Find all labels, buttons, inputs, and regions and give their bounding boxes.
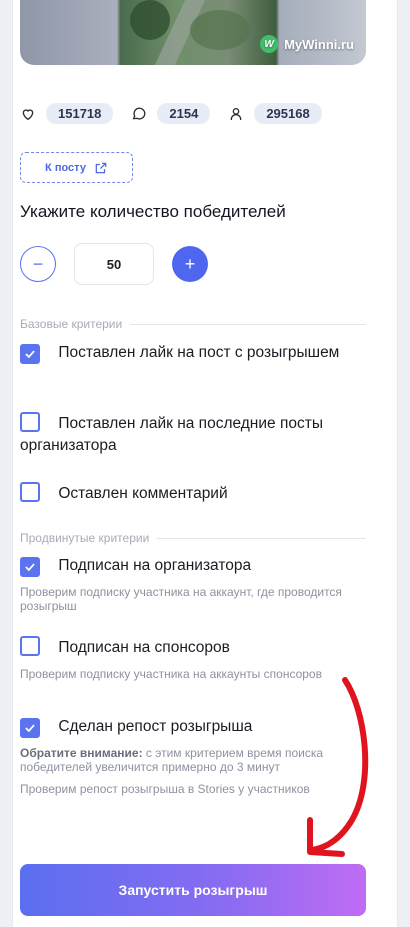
increment-button[interactable]: + bbox=[172, 246, 208, 282]
checkbox-checked[interactable] bbox=[20, 344, 40, 364]
criterion-note: Обратите внимание: с этим критерием врем… bbox=[20, 746, 366, 774]
criterion-subscribed-sponsors[interactable]: Подписан на спонсоров Проверим подписку … bbox=[20, 635, 366, 681]
basic-criteria-heading: Базовые критерии bbox=[20, 317, 366, 331]
likes-stat: 151718 bbox=[20, 103, 114, 124]
comments-count: 2154 bbox=[157, 103, 211, 124]
check-icon bbox=[25, 350, 35, 359]
divider bbox=[157, 537, 366, 539]
criterion-description: Проверим репост розыгрыша в Stories у уч… bbox=[20, 782, 310, 796]
winners-count-input[interactable]: 50 bbox=[74, 243, 154, 285]
comments-stat: 2154 bbox=[131, 103, 211, 124]
checkbox-checked[interactable] bbox=[20, 557, 40, 577]
post-image: W MyWinni.ru bbox=[20, 0, 366, 65]
decrement-button[interactable]: − bbox=[20, 246, 56, 282]
comment-icon bbox=[133, 107, 146, 120]
user-icon bbox=[230, 107, 242, 120]
criterion-description: Проверим подписку участника на аккаунты … bbox=[20, 667, 322, 681]
criterion-label: Подписан на спонсоров bbox=[58, 639, 230, 656]
criterion-label: Оставлен комментарий bbox=[58, 485, 228, 502]
followers-count: 295168 bbox=[254, 103, 322, 124]
to-post-label: К посту bbox=[45, 161, 86, 174]
criterion-label: Сделан репост розыгрыша bbox=[58, 718, 253, 735]
watermark: W MyWinni.ru bbox=[260, 35, 354, 53]
likes-count: 151718 bbox=[46, 103, 114, 124]
criterion-label: Поставлен лайк на последние посты органи… bbox=[20, 415, 323, 454]
criterion-label: Поставлен лайк на пост с розыгрышем bbox=[58, 344, 340, 361]
advanced-criteria-heading: Продвинутые критерии bbox=[20, 531, 366, 545]
criterion-subscribed-organizer[interactable]: Подписан на организатора Проверим подпис… bbox=[20, 555, 366, 613]
external-link-icon bbox=[95, 162, 107, 173]
watermark-text: MyWinni.ru bbox=[284, 36, 354, 52]
criterion-description: Проверим подписку участника на аккаунт, … bbox=[20, 585, 342, 613]
check-icon bbox=[25, 563, 35, 572]
winners-stepper: − 50 + bbox=[20, 243, 208, 285]
basic-criteria-heading-text: Базовые критерии bbox=[20, 317, 123, 331]
checkbox-unchecked[interactable] bbox=[20, 482, 40, 502]
heart-icon bbox=[22, 108, 34, 120]
criterion-repost[interactable]: Сделан репост розыгрыша Обратите внимани… bbox=[20, 716, 366, 796]
to-post-button[interactable]: К посту bbox=[20, 152, 133, 183]
post-stats: 151718 2154 295168 bbox=[20, 103, 340, 124]
criterion-like-last-posts[interactable]: Поставлен лайк на последние посты органи… bbox=[20, 411, 366, 457]
check-icon bbox=[25, 724, 35, 733]
checkbox-unchecked[interactable] bbox=[20, 636, 40, 656]
advanced-criteria-heading-text: Продвинутые критерии bbox=[20, 531, 150, 545]
checkbox-unchecked[interactable] bbox=[20, 412, 40, 432]
followers-stat: 295168 bbox=[228, 103, 322, 124]
note-bold: Обратите внимание: bbox=[20, 746, 143, 760]
criterion-comment[interactable]: Оставлен комментарий bbox=[20, 481, 366, 505]
mywinni-logo-icon: W bbox=[260, 35, 279, 53]
launch-giveaway-button[interactable]: Запустить розыгрыш bbox=[20, 864, 366, 916]
winners-count-title: Укажите количество победителей bbox=[20, 202, 286, 221]
checkbox-checked[interactable] bbox=[20, 718, 40, 738]
criterion-like-post[interactable]: Поставлен лайк на пост с розыгрышем bbox=[20, 342, 366, 364]
divider bbox=[130, 323, 366, 325]
criterion-label: Подписан на организатора bbox=[58, 557, 252, 574]
